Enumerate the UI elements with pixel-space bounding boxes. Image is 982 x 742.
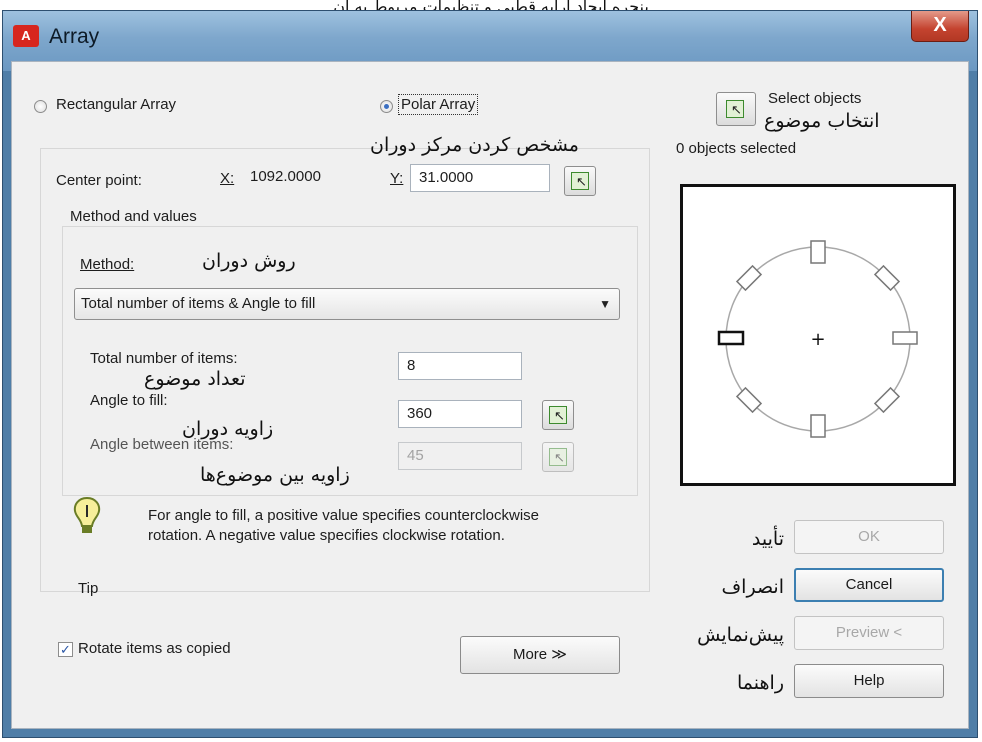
method-dropdown-value: Total number of items & Angle to fill bbox=[81, 295, 316, 312]
rotate-items-checkbox[interactable]: ✓ bbox=[58, 642, 73, 657]
cancel-button[interactable]: Cancel bbox=[794, 568, 944, 602]
annotation-cancel: انصراف bbox=[721, 576, 784, 598]
pick-angle-fill-button[interactable] bbox=[542, 400, 574, 430]
center-x-label: X: bbox=[220, 170, 235, 187]
pick-angle-between-button bbox=[542, 442, 574, 472]
objects-selected-status: 0 objects selected bbox=[676, 140, 797, 157]
angle-to-fill-input[interactable]: 360 bbox=[398, 400, 522, 428]
more-button[interactable]: More ≫ bbox=[460, 636, 620, 674]
dialog-client-area: Rectangular Array Polar Array Select obj… bbox=[11, 61, 969, 729]
rectangular-array-radio[interactable] bbox=[34, 100, 47, 113]
method-group-title: Method and values bbox=[70, 208, 197, 225]
lightbulb-icon bbox=[73, 496, 101, 533]
pick-center-point-button[interactable] bbox=[564, 166, 596, 196]
ok-button: OK bbox=[794, 520, 944, 554]
chevron-down-icon: ▼ bbox=[599, 297, 611, 311]
tip-label: Tip bbox=[78, 580, 99, 597]
method-dropdown[interactable]: Total number of items & Angle to fill ▼ bbox=[74, 288, 620, 320]
help-button[interactable]: Help bbox=[794, 664, 944, 698]
annotation-ok: تأیید bbox=[751, 528, 784, 550]
annotation-select: انتخاب موضوع bbox=[764, 110, 880, 132]
polar-array-radio[interactable] bbox=[380, 100, 393, 113]
select-objects-button[interactable] bbox=[716, 92, 756, 126]
total-items-input[interactable]: 8 bbox=[398, 352, 522, 380]
select-objects-icon bbox=[726, 100, 744, 118]
pick-angle-icon bbox=[549, 406, 567, 424]
center-x-input[interactable]: 1092.0000 bbox=[242, 164, 372, 192]
angle-between-input: 45 bbox=[398, 442, 522, 470]
rectangular-array-label[interactable]: Rectangular Array bbox=[56, 96, 176, 113]
close-button[interactable]: X bbox=[911, 11, 969, 42]
annotation-count: تعداد موضوع bbox=[144, 368, 246, 390]
annotation-method: روش دوران bbox=[202, 250, 296, 272]
rotate-items-label[interactable]: Rotate items as copied bbox=[78, 640, 231, 657]
angle-between-label: Angle between items: bbox=[90, 436, 234, 453]
preview-button: Preview < bbox=[794, 616, 944, 650]
window-title: Array bbox=[49, 25, 100, 48]
tip-text: For angle to fill, a positive value spec… bbox=[148, 507, 540, 544]
autocad-icon: A bbox=[13, 25, 39, 47]
annotation-center: مشخص کردن مرکز دوران bbox=[370, 134, 579, 156]
select-objects-label: Select objects bbox=[768, 90, 862, 107]
annotation-preview: پیش‌نمایش bbox=[697, 624, 784, 646]
annotation-angle-between: زاویه بین موضوع‌ها bbox=[200, 464, 350, 486]
angle-to-fill-label: Angle to fill: bbox=[90, 392, 168, 409]
center-point-label: Center point: bbox=[56, 172, 142, 189]
method-label: Method: bbox=[80, 256, 135, 273]
polar-array-label[interactable]: Polar Array bbox=[398, 94, 479, 115]
total-items-label: Total number of items: bbox=[90, 350, 238, 367]
array-preview: + bbox=[680, 184, 956, 486]
array-dialog-window: A Array X Rectangular Array Polar Array … bbox=[2, 10, 978, 738]
center-y-label: Y: bbox=[390, 170, 404, 187]
center-y-input[interactable]: 31.0000 bbox=[410, 164, 550, 192]
pick-angle-between-icon bbox=[549, 448, 567, 466]
pick-point-icon bbox=[571, 172, 589, 190]
polar-array-preview-graphic: + bbox=[717, 240, 918, 438]
annotation-help: راهنما bbox=[737, 672, 784, 694]
svg-text:+: + bbox=[810, 329, 825, 350]
